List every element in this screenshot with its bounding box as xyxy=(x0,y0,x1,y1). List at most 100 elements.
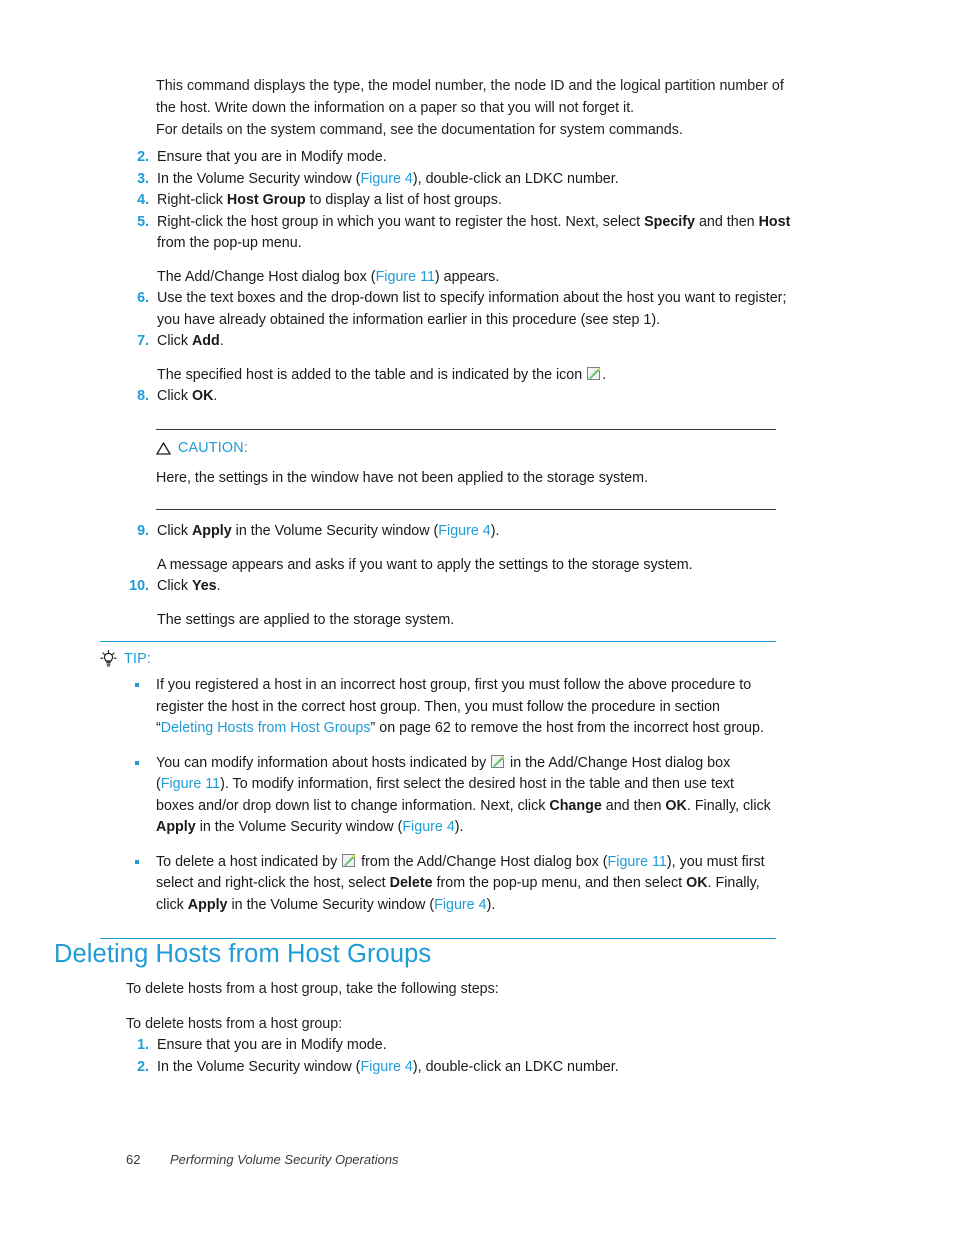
step-body: Right-click Host Group to display a list… xyxy=(157,190,804,212)
list-item: 7. Click Add. The specified host is added … xyxy=(124,331,804,386)
step-number: 2. xyxy=(137,1058,149,1075)
list-item: 2. Ensure that you are in Modify mode. xyxy=(124,147,804,169)
warning-triangle-icon xyxy=(156,441,171,455)
tip-label: TIP: xyxy=(124,650,152,667)
step-text-run: In the Volume Security window ( xyxy=(157,1058,361,1075)
step-text-run: Ensure that you are in Modify mode. xyxy=(157,1037,387,1053)
step-text-run: Click xyxy=(157,333,192,349)
cross-reference-link[interactable]: Figure 4 xyxy=(434,897,486,913)
list-item: 1. Ensure that you are in Modify mode. xyxy=(124,1035,804,1057)
footer-page-number: 62 xyxy=(126,1152,141,1167)
intro-paragraph-2: For details on the system command, see t… xyxy=(156,120,804,142)
page-footer: 62 Performing Volume Security Operations xyxy=(126,1152,399,1167)
step-body: Click Add. xyxy=(157,331,804,353)
step-number: 9. xyxy=(137,523,149,539)
emphasis-text: Apply xyxy=(187,896,228,913)
step-text-run: In the Volume Security window ( xyxy=(157,170,361,187)
step-text-run: ). xyxy=(490,523,500,539)
step-body: Ensure that you are in Modify mode. xyxy=(157,1035,804,1057)
cross-reference-link[interactable]: Figure 4 xyxy=(402,819,454,835)
lightbulb-icon xyxy=(100,650,117,667)
section-paragraph-1-text: To delete hosts from a host group, take … xyxy=(126,981,499,997)
tip-header: TIP: xyxy=(100,650,776,667)
step-text-run: To delete a host indicated by xyxy=(156,853,342,870)
section-paragraph-2-text: To delete hosts from a host group: xyxy=(126,1016,343,1032)
step-text-run: Right-click xyxy=(157,192,227,208)
caution-header: CAUTION: xyxy=(156,440,776,456)
step-text-run: Right-click the host group in which you … xyxy=(157,213,645,230)
section-paragraph-2: To delete hosts from a host group: xyxy=(126,1014,774,1036)
cross-reference-link[interactable]: Figure 4 xyxy=(360,171,412,187)
emphasis-text: Change xyxy=(549,797,602,814)
step-body: Click Yes. xyxy=(157,576,804,598)
step-text-run: and then xyxy=(601,797,666,814)
step-number: 2. xyxy=(137,149,149,165)
cross-reference-link[interactable]: Figure 4 xyxy=(360,1059,412,1075)
cross-reference-link[interactable]: Figure 4 xyxy=(438,523,490,539)
step-number: 3. xyxy=(137,170,149,187)
step-result: The settings are applied to the storage … xyxy=(157,610,804,632)
step-text-run: from the pop-up menu, and then select xyxy=(432,875,687,891)
list-item: 8. Click OK. xyxy=(124,386,804,408)
step-number: 8. xyxy=(137,388,149,404)
emphasis-text: Add xyxy=(191,333,220,349)
step-number: 5. xyxy=(137,213,149,230)
step-text-run: . xyxy=(213,388,218,404)
step-text-run: . Finally, click xyxy=(686,797,771,814)
step-text-run: ), double-click an LDKC number. xyxy=(412,170,619,187)
intro-paragraph-1-text: This command displays the type, the mode… xyxy=(156,78,784,116)
list-item: 9. Click Apply in the Volume Security win… xyxy=(124,521,804,576)
step-text-run: from the pop-up menu. xyxy=(157,235,302,251)
cross-reference-link[interactable]: Figure 11 xyxy=(161,776,220,792)
step-result: The Add/Change Host dialog box (Figure 1… xyxy=(157,267,804,289)
step-text-run: ). xyxy=(454,819,464,835)
step-text-run: ) appears. xyxy=(434,268,500,285)
intro-paragraph-2-text: For details on the system command, see t… xyxy=(156,122,683,138)
caution-label: CAUTION: xyxy=(178,440,248,456)
list-item: You can modify information about hosts i… xyxy=(128,753,776,839)
step-text-run: and then xyxy=(694,213,759,230)
caution-top-rule xyxy=(156,429,776,430)
list-item: 2. In the Volume Security window (Figure … xyxy=(124,1057,804,1079)
page-title: Deleting Hosts from Host Groups xyxy=(54,940,432,968)
step-body: In the Volume Security window (Figure 4)… xyxy=(157,169,804,191)
emphasis-text: Yes xyxy=(191,578,217,594)
caution-bottom-rule xyxy=(156,508,776,510)
step-text-run: in the Volume Security window ( xyxy=(195,819,403,835)
step-body: Click OK. xyxy=(157,386,804,408)
step-text-run: The settings are applied to the storage … xyxy=(157,611,455,628)
step-text-run: You can modify information about hosts i… xyxy=(156,754,491,771)
list-item: 5. Right-click the host group in which yo… xyxy=(124,212,804,289)
procedure-steps-main: 2. Ensure that you are in Modify mode. 3. I… xyxy=(124,147,804,408)
step-text-run: The specified host is added to the table… xyxy=(157,366,587,383)
step-text-run: Click xyxy=(157,578,192,594)
cross-reference-link[interactable]: Deleting Hosts from Host Groups xyxy=(161,720,371,736)
host-modified-icon xyxy=(491,754,505,769)
step-result: A message appears and asks if you want t… xyxy=(157,555,804,577)
step-text-run: The Add/Change Host dialog box ( xyxy=(157,268,376,285)
caution-body: Here, the settings in the window have no… xyxy=(156,468,776,490)
list-item: 6. Use the text boxes and the drop-down l… xyxy=(124,288,804,331)
step-text-run: A message appears and asks if you want t… xyxy=(157,556,693,573)
emphasis-text: Host xyxy=(758,213,791,230)
step-text-run: . xyxy=(602,366,607,383)
step-text-run: Click xyxy=(157,388,192,404)
caution-box: CAUTION: Here, the settings in the windo… xyxy=(156,429,776,510)
list-item: 10. Click Yes. The settings are applied to… xyxy=(124,576,804,631)
list-item: 3. In the Volume Security window (Figure … xyxy=(124,169,804,191)
cross-reference-link[interactable]: Figure 11 xyxy=(376,269,435,285)
emphasis-text: Delete xyxy=(389,875,433,891)
step-text-run: ), double-click an LDKC number. xyxy=(412,1058,619,1075)
emphasis-text: Specify xyxy=(644,213,695,230)
step-body: Use the text boxes and the drop-down lis… xyxy=(157,288,804,331)
step-text-run: ). xyxy=(486,896,496,913)
step-text-run: Ensure that you are in Modify mode. xyxy=(157,149,387,165)
footer-title: Performing Volume Security Operations xyxy=(170,1152,399,1167)
step-text-run: in the Volume Security window ( xyxy=(227,896,435,913)
step-number: 4. xyxy=(137,192,149,208)
step-body: In the Volume Security window (Figure 4)… xyxy=(157,1057,804,1079)
step-number: 6. xyxy=(137,290,149,306)
step-text-run: . xyxy=(216,578,221,594)
cross-reference-link[interactable]: Figure 11 xyxy=(608,854,667,870)
step-text-run: Use the text boxes and the drop-down lis… xyxy=(157,290,787,328)
